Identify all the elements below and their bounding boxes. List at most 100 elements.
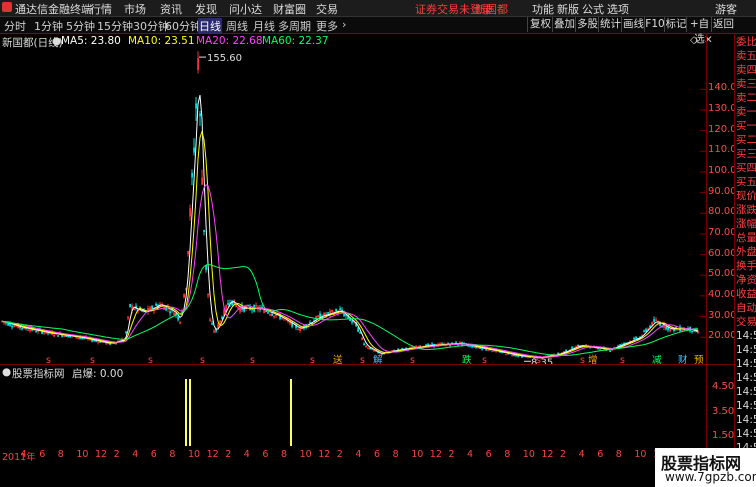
- date-tick: 10: [188, 449, 201, 460]
- menu-quotes[interactable]: 行情: [90, 1, 112, 17]
- tab-60min[interactable]: 60分钟: [165, 18, 201, 34]
- date-tick: 2011年: [2, 452, 36, 463]
- indicator-chart[interactable]: ● 股票指标网 启爆: 0.00: [0, 365, 706, 447]
- quote-side-panel: 委比 卖五 卖四 卖三 卖二 卖一 买一 买二 买三 买四 买五 现价 涨跌 涨幅 总量 外盘 换手 净资 收益 自动…: [734, 34, 756, 487]
- quote-field: 涨跌: [736, 204, 756, 216]
- multi-stock-button[interactable]: 多股: [575, 17, 599, 32]
- tab-15min[interactable]: 15分钟: [97, 18, 133, 34]
- candle-body: [327, 312, 330, 314]
- date-tick: 8: [281, 449, 288, 460]
- mark-button[interactable]: 标记: [664, 17, 687, 32]
- back-button[interactable]: 返回: [711, 17, 735, 32]
- event-marker: s: [310, 355, 315, 364]
- menu-discover[interactable]: 发现: [195, 1, 217, 17]
- indicator-tick: 4.50: [712, 381, 735, 392]
- candle-body: [645, 329, 648, 332]
- date-tick: 10: [522, 449, 535, 460]
- menu-options[interactable]: 选项: [607, 1, 629, 17]
- candle-body: [79, 337, 82, 339]
- menu-new-version[interactable]: 新版: [557, 1, 579, 17]
- main-kline-chart[interactable]: 新国都(日线) ● MA5: 23.80 MA10: 23.51 MA20: 2…: [0, 34, 713, 364]
- candle-body: [155, 304, 158, 306]
- indicator-tick: 3.50: [712, 406, 735, 417]
- event-marker: s: [482, 355, 487, 364]
- event-marker: 增: [588, 354, 598, 364]
- date-tick: 12: [541, 449, 554, 460]
- chevron-right-icon[interactable]: ›: [342, 18, 346, 31]
- tab-monthly[interactable]: 月线: [253, 18, 275, 34]
- candle-body: [357, 327, 360, 332]
- tab-more[interactable]: 更多: [316, 18, 338, 34]
- date-tick: 6: [485, 449, 492, 460]
- period-tab-bar: 分时 1分钟 5分钟 15分钟 30分钟 60分钟 日线 周线 月线 多周期 更…: [0, 17, 756, 45]
- quote-field: 总量: [736, 232, 756, 244]
- quote-field: 14:5: [736, 386, 756, 398]
- quote-field: 卖二: [736, 92, 756, 104]
- menu-news[interactable]: 资讯: [160, 1, 182, 17]
- overlay-button[interactable]: 叠加: [552, 17, 576, 32]
- quote-field: 卖三: [736, 78, 756, 90]
- tab-5min[interactable]: 5分钟: [66, 18, 95, 34]
- quote-field: 净资: [736, 274, 756, 286]
- candle-body: [221, 316, 224, 320]
- candle-body: [211, 323, 214, 325]
- candle-body: [451, 342, 454, 344]
- date-tick: 12: [206, 449, 219, 460]
- date-tick: 2: [448, 449, 455, 460]
- candle-body: [191, 172, 194, 178]
- candle-body: [243, 306, 246, 312]
- candle-body: [251, 308, 254, 311]
- candle-body: [691, 330, 694, 333]
- candle-body: [557, 352, 560, 355]
- tab-weekly[interactable]: 周线: [226, 18, 248, 34]
- tab-30min[interactable]: 30分钟: [133, 18, 169, 34]
- draw-line-button[interactable]: 画线: [621, 17, 645, 32]
- menu-trade[interactable]: 交易: [316, 1, 338, 17]
- menu-function[interactable]: 功能: [532, 1, 554, 17]
- candle-body: [199, 113, 202, 117]
- date-tick: 6: [39, 449, 46, 460]
- date-tick: 2: [225, 449, 232, 460]
- candle-body: [205, 265, 208, 270]
- guest-user[interactable]: 游客: [715, 1, 737, 17]
- quote-field: 买五: [736, 176, 756, 188]
- price-plot: 155.608.35s s s s s s 送 s 解 s 跌 s s s 增 s 减财预: [1, 51, 706, 364]
- event-marker: 财: [678, 354, 688, 364]
- candle-body: [577, 344, 580, 347]
- candle-body: [267, 312, 270, 314]
- menu-formula[interactable]: 公式: [582, 1, 604, 17]
- candle-body: [271, 313, 274, 316]
- quote-field: 涨幅: [736, 218, 756, 230]
- menu-wealth[interactable]: 财富圈: [273, 1, 306, 17]
- menu-market[interactable]: 市场: [124, 1, 146, 17]
- quote-field: 委比: [736, 36, 756, 48]
- watermark: 股票指标网 www.7gpzb.com: [655, 448, 756, 487]
- menu-ask[interactable]: 问小达: [229, 1, 262, 17]
- tab-daily[interactable]: 日线: [198, 18, 222, 34]
- quote-field: 14:5: [736, 372, 756, 384]
- quote-field: 14:5: [736, 428, 756, 440]
- candle-body: [491, 350, 494, 353]
- date-tick: 4: [467, 449, 474, 460]
- tab-1min[interactable]: 1分钟: [34, 18, 63, 34]
- statistics-button[interactable]: 统计: [598, 17, 622, 32]
- candle-body: [203, 229, 206, 232]
- date-tick: 10: [76, 449, 89, 460]
- quote-field: 卖四: [736, 64, 756, 76]
- tab-multi-period[interactable]: 多周期: [278, 18, 311, 34]
- date-tick: 4: [20, 449, 27, 460]
- event-marker: s: [410, 355, 415, 364]
- f10-button[interactable]: F10: [644, 17, 665, 32]
- date-axis: 2011年 4 6 8 10 12 2 4 6 8 10 12 2 4 6 8 10 12 2 4 6 8 10 12 2 4 6 8…: [0, 448, 706, 463]
- price-tick: 70.00: [708, 226, 737, 238]
- date-tick: 6: [374, 449, 381, 460]
- signal-bar: [189, 379, 191, 446]
- signal-bar: [185, 379, 187, 446]
- quote-field: 卖一: [736, 106, 756, 118]
- candle-body: [57, 335, 60, 337]
- tab-intraday[interactable]: 分时: [4, 18, 26, 34]
- adjust-button[interactable]: 复权: [527, 17, 553, 32]
- event-marker: s: [250, 355, 255, 364]
- price-tick: 30.00: [708, 309, 737, 321]
- add-watchlist-button[interactable]: +自选: [686, 17, 712, 45]
